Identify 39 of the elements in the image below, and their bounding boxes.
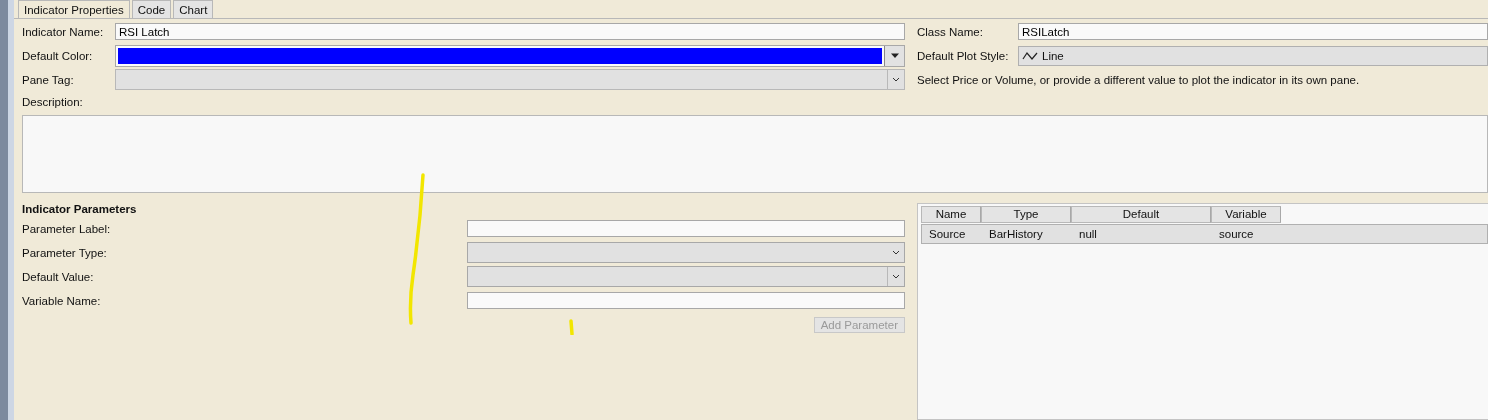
field-label: Description:: [22, 96, 84, 110]
field-label: Pane Tag:: [22, 73, 75, 86]
tab[interactable]: Code: [131, 0, 172, 18]
line-wave-icon: [1022, 50, 1038, 61]
description-field[interactable]: [22, 115, 1488, 193]
class-name-field[interactable]: RSILatch: [1018, 23, 1488, 40]
chevron-down-icon: [892, 77, 900, 82]
section-title: Indicator Parameters: [22, 203, 138, 215]
input-field[interactable]: [467, 292, 905, 309]
grid-row[interactable]: Source BarHistory null source: [921, 224, 1488, 244]
field-label: Indicator Name:: [22, 25, 105, 38]
tab[interactable]: Indicator Properties: [18, 0, 130, 18]
table-cell-text: null: [1078, 228, 1098, 240]
table-cell-text: source: [1218, 228, 1255, 240]
field-label: Class Name:: [917, 25, 984, 38]
field-label: Default Color:: [22, 49, 94, 62]
table-cell-text: BarHistory: [988, 228, 1044, 240]
tab[interactable]: Chart: [173, 0, 214, 18]
splitter-bar[interactable]: [8, 0, 14, 420]
chevron-down-icon: [892, 274, 900, 279]
field-label: Parameter Label:: [22, 222, 112, 235]
column-header[interactable]: Variable: [1211, 206, 1281, 223]
color-picker[interactable]: [115, 44, 905, 67]
column-header[interactable]: Name: [921, 206, 981, 223]
column-header[interactable]: Default: [1071, 206, 1211, 223]
column-header[interactable]: Type: [981, 206, 1071, 223]
hint-text: Select Price or Volume, or provide a different value to plot the indicator in its own pane.: [917, 73, 1360, 86]
plot-style-select[interactable]: Line: [1018, 45, 1488, 66]
combo-field[interactable]: [467, 266, 905, 287]
chevron-down-icon: [892, 250, 900, 255]
select-field[interactable]: [467, 242, 905, 263]
input-field[interactable]: [467, 220, 905, 237]
indicator-name-field[interactable]: RSI Latch: [115, 23, 905, 40]
field-label: Parameter Type:: [22, 246, 108, 259]
field-label: Default Value:: [22, 270, 95, 283]
table-cell-text: Source: [928, 228, 967, 240]
dropdown-arrow-icon: [889, 52, 900, 59]
field-label: Variable Name:: [22, 294, 102, 307]
field-label: Default Plot Style:: [917, 49, 1010, 62]
